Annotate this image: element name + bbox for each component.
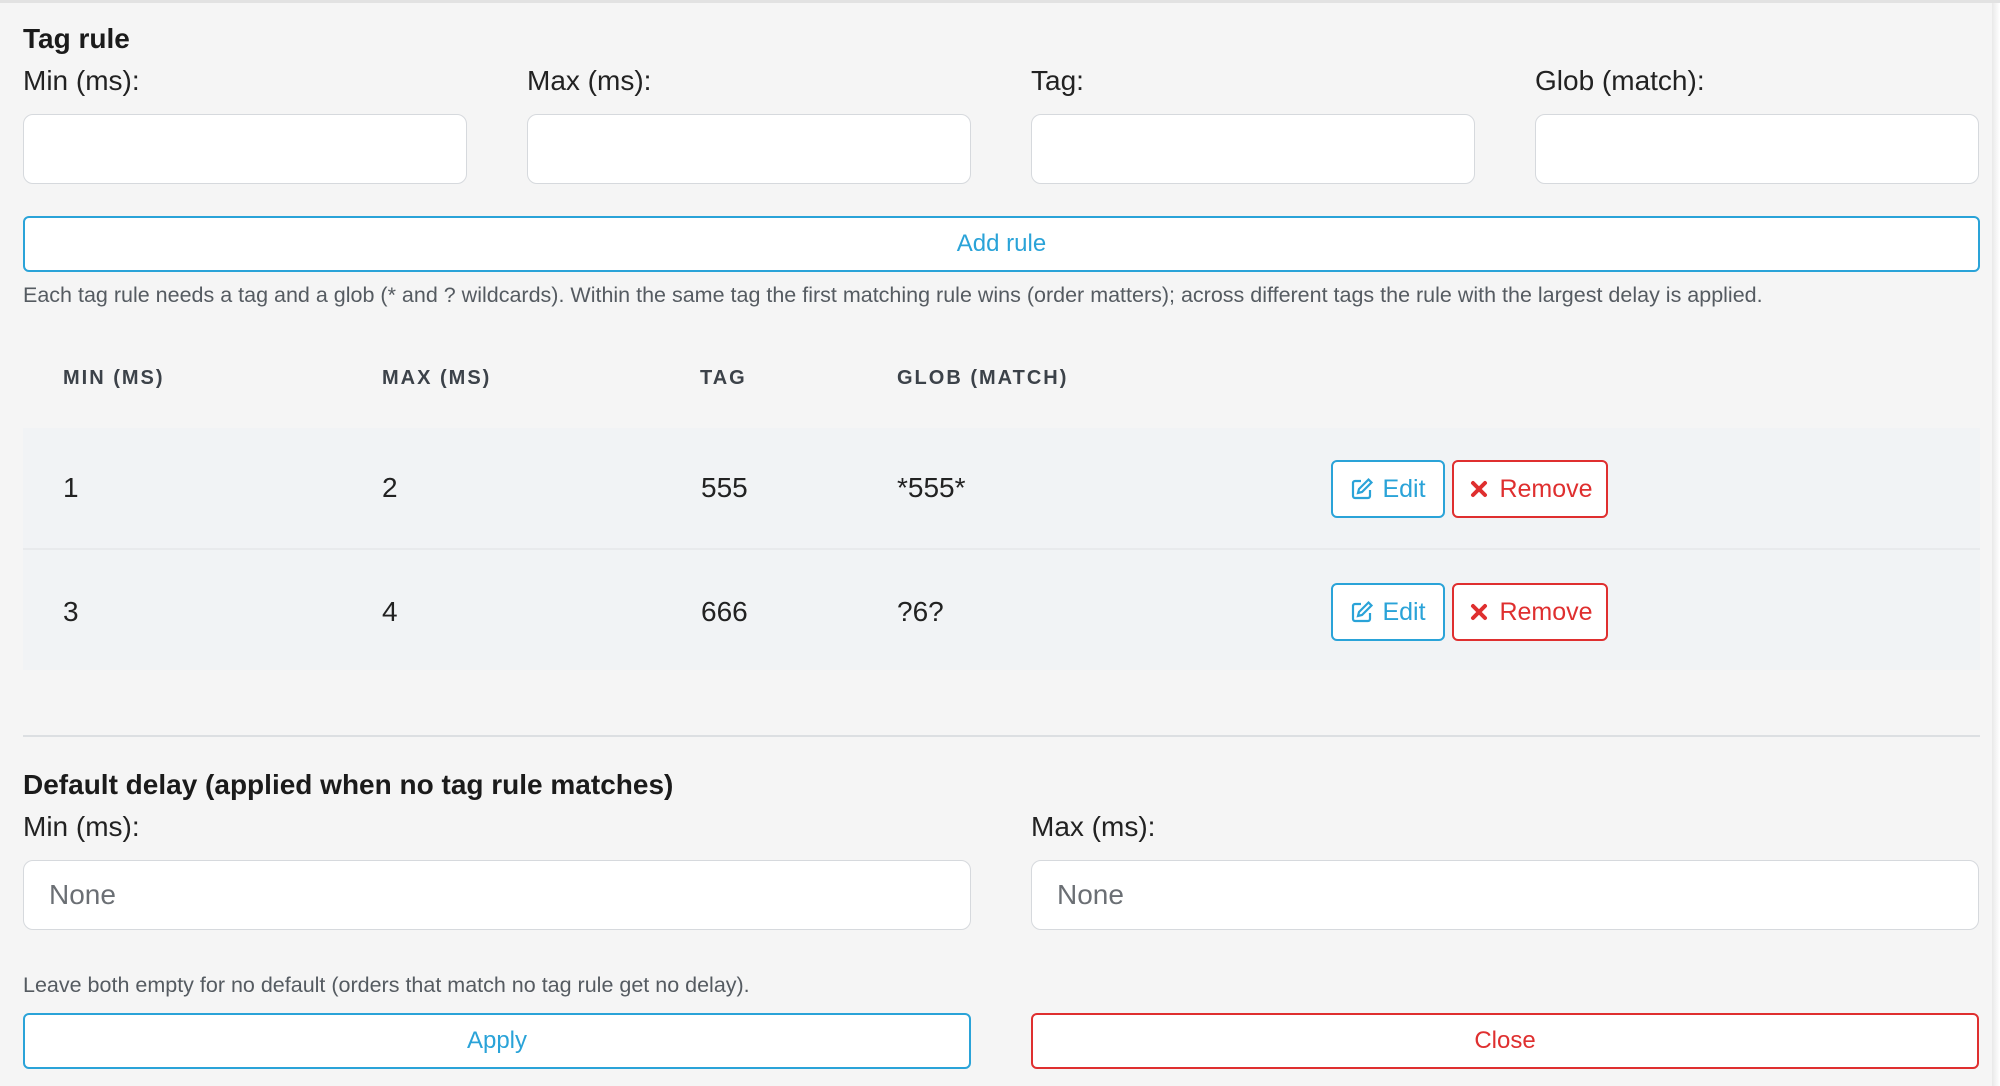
table-row: 3 4 666 ?6? Edit Remove bbox=[23, 550, 1980, 670]
edit-label: Edit bbox=[1382, 474, 1426, 503]
cell-tag: 666 bbox=[701, 596, 748, 627]
glob-label: Glob (match): bbox=[1535, 65, 1705, 96]
tag-rule-title: Tag rule bbox=[23, 23, 130, 54]
apply-button[interactable]: Apply bbox=[23, 1013, 971, 1069]
cell-min: 3 bbox=[63, 596, 79, 627]
remove-button[interactable]: Remove bbox=[1452, 583, 1608, 641]
close-button[interactable]: Close bbox=[1031, 1013, 1979, 1069]
default-delay-title: Default delay (applied when no tag rule … bbox=[23, 769, 674, 800]
column-header-max: MAX (MS) bbox=[382, 367, 492, 389]
default-max-input[interactable] bbox=[1031, 860, 1979, 930]
cell-glob: *555* bbox=[897, 472, 966, 503]
default-min-label: Min (ms): bbox=[23, 811, 140, 842]
edit-icon bbox=[1350, 600, 1374, 624]
table-row: 1 2 555 *555* Edit Remove bbox=[23, 428, 1980, 548]
tag-rule-help-text: Each tag rule needs a tag and a glob (* … bbox=[23, 283, 1763, 307]
remove-label: Remove bbox=[1499, 474, 1593, 503]
cell-min: 1 bbox=[63, 472, 79, 503]
edit-icon bbox=[1350, 477, 1374, 501]
edit-label: Edit bbox=[1382, 597, 1426, 626]
default-min-input[interactable] bbox=[23, 860, 971, 930]
section-divider bbox=[23, 735, 1980, 737]
times-icon bbox=[1467, 477, 1491, 501]
min-ms-input[interactable] bbox=[23, 114, 467, 184]
column-header-min: MIN (MS) bbox=[63, 367, 165, 389]
cell-max: 2 bbox=[382, 472, 398, 503]
default-max-label: Max (ms): bbox=[1031, 811, 1156, 842]
remove-label: Remove bbox=[1499, 597, 1593, 626]
min-ms-label: Min (ms): bbox=[23, 65, 140, 96]
tag-delay-dialog: Tag rule Min (ms): Max (ms): Tag: Glob (… bbox=[0, 0, 2000, 1086]
cell-glob: ?6? bbox=[897, 596, 944, 627]
add-rule-button[interactable]: Add rule bbox=[23, 216, 1980, 272]
default-delay-help-text: Leave both empty for no default (orders … bbox=[23, 973, 750, 997]
cell-tag: 555 bbox=[701, 472, 748, 503]
cell-max: 4 bbox=[382, 596, 398, 627]
edit-button[interactable]: Edit bbox=[1331, 460, 1445, 518]
column-header-glob: GLOB (MATCH) bbox=[897, 367, 1069, 389]
max-ms-input[interactable] bbox=[527, 114, 971, 184]
glob-input[interactable] bbox=[1535, 114, 1979, 184]
times-icon bbox=[1467, 600, 1491, 624]
tag-input[interactable] bbox=[1031, 114, 1475, 184]
edit-button[interactable]: Edit bbox=[1331, 583, 1445, 641]
tag-label: Tag: bbox=[1031, 65, 1084, 96]
max-ms-label: Max (ms): bbox=[527, 65, 652, 96]
remove-button[interactable]: Remove bbox=[1452, 460, 1608, 518]
column-header-tag: TAG bbox=[700, 367, 747, 389]
